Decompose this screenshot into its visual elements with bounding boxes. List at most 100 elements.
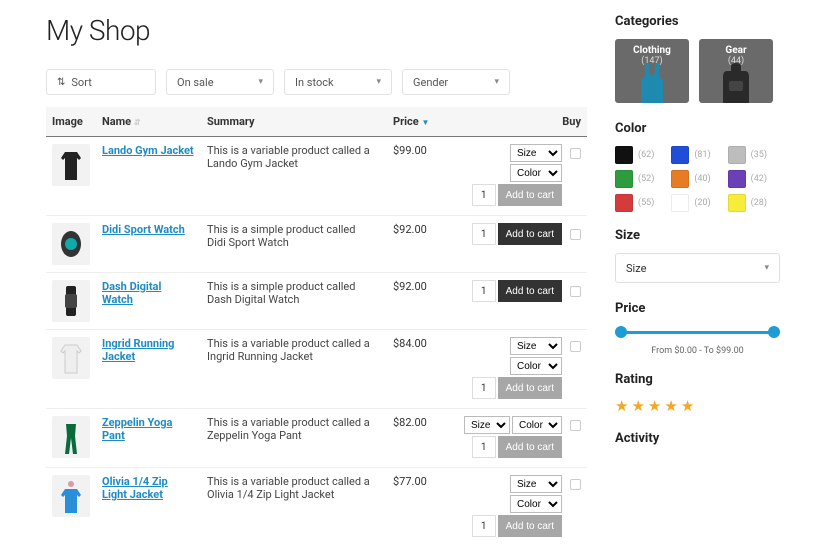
star-icon[interactable]: ★ xyxy=(681,397,694,415)
filter-label: In stock xyxy=(295,76,334,89)
product-summary: This is a variable product called a Land… xyxy=(207,144,372,170)
color-swatch[interactable]: (35) xyxy=(728,146,780,164)
filter-onsale[interactable]: On sale ▾ xyxy=(166,69,274,95)
star-icon[interactable]: ★ xyxy=(664,397,677,415)
qty-input[interactable]: 1 xyxy=(472,184,496,206)
add-to-cart-button[interactable]: Add to cart xyxy=(498,515,562,537)
filter-instock[interactable]: In stock ▾ xyxy=(284,69,392,95)
swatch-icon xyxy=(728,146,746,164)
filter-gender[interactable]: Gender ▾ xyxy=(402,69,510,95)
product-name-link[interactable]: Lando Gym Jacket xyxy=(102,144,194,157)
compare-checkbox[interactable] xyxy=(570,229,581,240)
category-gear[interactable]: Gear (44) xyxy=(699,39,773,103)
col-price[interactable]: Price xyxy=(393,115,419,128)
rating-heading: Rating xyxy=(615,372,780,387)
compare-checkbox[interactable] xyxy=(570,148,581,159)
product-price: $84.00 xyxy=(393,337,427,350)
color-option[interactable]: Color xyxy=(512,416,562,434)
size-option[interactable]: Size xyxy=(464,416,510,434)
slider-thumb-min[interactable] xyxy=(615,326,627,338)
swatch-icon xyxy=(615,146,633,164)
col-summary[interactable]: Summary xyxy=(207,115,255,128)
compare-checkbox[interactable] xyxy=(570,479,581,490)
color-swatch[interactable]: (52) xyxy=(615,170,667,188)
color-option[interactable]: Color xyxy=(510,164,562,182)
qty-input[interactable]: 1 xyxy=(472,515,496,537)
page-title: My Shop xyxy=(46,14,587,47)
color-option[interactable]: Color xyxy=(510,357,562,375)
color-swatch[interactable]: (55) xyxy=(615,194,667,212)
color-count: (81) xyxy=(694,150,710,160)
qty-input[interactable]: 1 xyxy=(472,280,496,302)
category-label: Clothing xyxy=(633,45,671,56)
swatch-icon xyxy=(671,146,689,164)
color-heading: Color xyxy=(615,121,780,136)
product-image[interactable] xyxy=(52,416,90,458)
add-to-cart-button[interactable]: Add to cart xyxy=(498,184,562,206)
table-row: Dash Digital Watch This is a simple prod… xyxy=(46,273,587,330)
color-count: (62) xyxy=(638,150,654,160)
star-icon[interactable]: ★ xyxy=(648,397,661,415)
slider-thumb-max[interactable] xyxy=(768,326,780,338)
color-swatch[interactable]: (81) xyxy=(671,146,723,164)
add-to-cart-button[interactable]: Add to cart xyxy=(498,377,562,399)
color-swatch[interactable]: (42) xyxy=(728,170,780,188)
color-option[interactable]: Color xyxy=(510,495,562,513)
size-option[interactable]: Size xyxy=(510,337,562,355)
size-option[interactable]: Size xyxy=(510,475,562,493)
size-option[interactable]: Size xyxy=(510,144,562,162)
col-image[interactable]: Image xyxy=(52,115,83,128)
product-summary: This is a variable product called a Oliv… xyxy=(207,475,372,501)
qty-input[interactable]: 1 xyxy=(472,436,496,458)
rating-filter: ★ ★ ★ ★ ★ xyxy=(615,397,780,415)
color-swatch[interactable]: (40) xyxy=(671,170,723,188)
star-icon[interactable]: ★ xyxy=(615,397,628,415)
swatch-icon xyxy=(671,194,689,212)
backpack-icon xyxy=(711,61,761,103)
product-name-link[interactable]: Dash Digital Watch xyxy=(102,280,195,306)
add-to-cart-button[interactable]: Add to cart xyxy=(498,280,562,302)
qty-input[interactable]: 1 xyxy=(472,223,496,245)
color-swatch[interactable]: (62) xyxy=(615,146,667,164)
star-icon[interactable]: ★ xyxy=(631,397,644,415)
product-image[interactable] xyxy=(52,144,90,186)
compare-checkbox[interactable] xyxy=(570,341,581,352)
filter-label: Gender xyxy=(413,76,448,89)
categories-heading: Categories xyxy=(615,14,780,29)
swatch-icon xyxy=(671,170,689,188)
chevron-down-icon: ▾ xyxy=(764,263,769,273)
product-name-link[interactable]: Didi Sport Watch xyxy=(102,223,185,236)
color-count: (42) xyxy=(751,174,767,184)
product-name-link[interactable]: Ingrid Running Jacket xyxy=(102,337,195,363)
color-count: (35) xyxy=(751,150,767,160)
product-summary: This is a simple product called Didi Spo… xyxy=(207,223,372,249)
category-count: (44) xyxy=(728,56,744,66)
chevron-down-icon: ▾ xyxy=(494,77,499,87)
product-image[interactable] xyxy=(52,337,90,379)
product-name-link[interactable]: Olivia 1/4 Zip Light Jacket xyxy=(102,475,195,501)
price-slider[interactable] xyxy=(615,326,780,338)
swatch-icon xyxy=(728,194,746,212)
filter-bar: ⇅ Sort On sale ▾ In stock ▾ Gender ▾ xyxy=(46,69,587,95)
product-image[interactable] xyxy=(52,475,90,517)
color-count: (28) xyxy=(751,198,767,208)
color-count: (40) xyxy=(694,174,710,184)
table-row: Didi Sport Watch This is a simple produc… xyxy=(46,216,587,273)
add-to-cart-button[interactable]: Add to cart xyxy=(498,436,562,458)
sort-button[interactable]: ⇅ Sort xyxy=(46,69,156,95)
product-image[interactable] xyxy=(52,223,90,265)
size-select-label: Size xyxy=(626,262,646,275)
color-swatch[interactable]: (20) xyxy=(671,194,723,212)
size-select[interactable]: Size ▾ xyxy=(615,253,780,283)
table-row: Ingrid Running Jacket This is a variable… xyxy=(46,330,587,409)
product-image[interactable] xyxy=(52,280,90,322)
category-clothing[interactable]: Clothing (147) xyxy=(615,39,689,103)
add-to-cart-button[interactable]: Add to cart xyxy=(498,223,562,245)
col-name[interactable]: Name xyxy=(102,115,131,128)
chevron-down-icon: ▾ xyxy=(258,77,263,87)
product-name-link[interactable]: Zeppelin Yoga Pant xyxy=(102,416,195,442)
color-swatch[interactable]: (28) xyxy=(728,194,780,212)
compare-checkbox[interactable] xyxy=(570,420,581,431)
qty-input[interactable]: 1 xyxy=(472,377,496,399)
compare-checkbox[interactable] xyxy=(570,286,581,297)
